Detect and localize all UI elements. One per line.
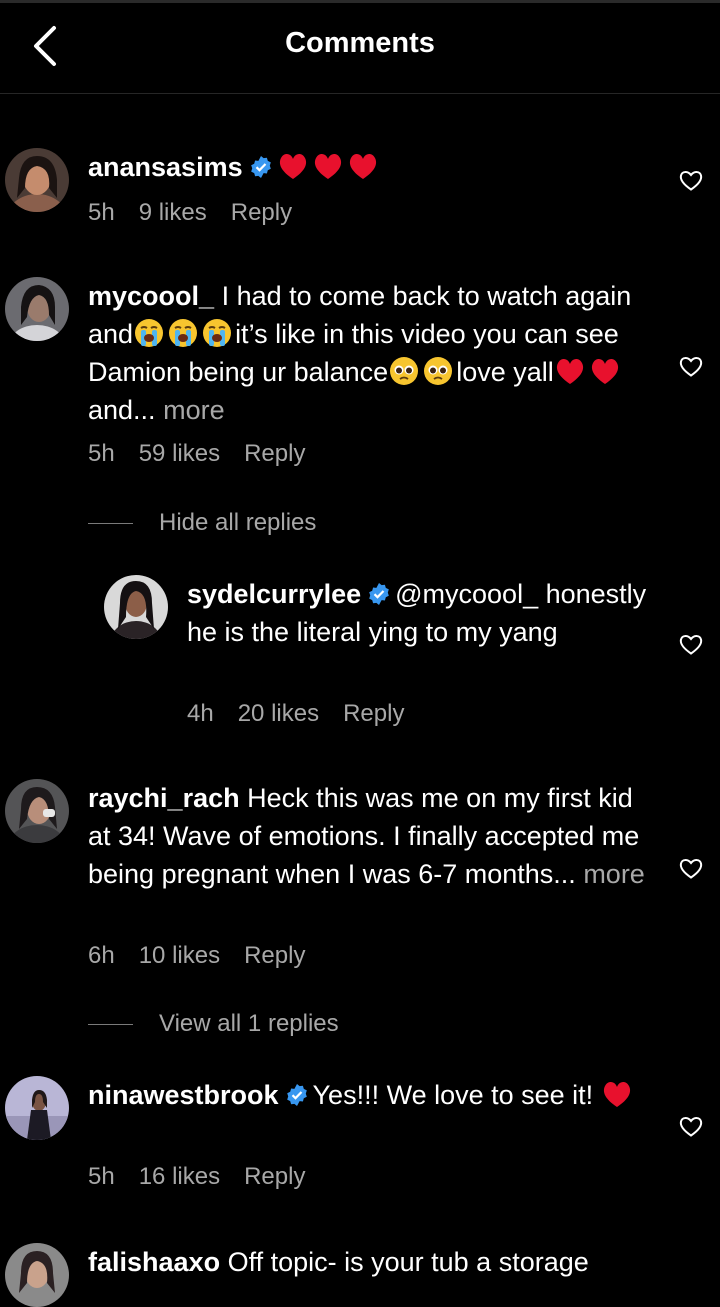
reply-button[interactable]: Reply	[244, 440, 305, 467]
comment-username[interactable]: ninawestbrook	[88, 1080, 279, 1110]
verified-badge-icon	[286, 1084, 307, 1106]
red-heart-emoji	[314, 153, 341, 179]
loudly-crying-face-emoji	[169, 319, 198, 347]
reply-button[interactable]: Reply	[244, 1163, 305, 1190]
comment-text: and...	[88, 395, 156, 425]
avatar[interactable]	[5, 148, 69, 212]
comment-likes[interactable]: 10 likes	[139, 942, 220, 969]
comment-time: 5h	[88, 440, 115, 467]
comments-header: Comments	[0, 0, 720, 94]
comment-body: falishaaxo Off topic- is your tub a stor…	[88, 1243, 648, 1281]
heart-outline-icon[interactable]	[678, 1114, 704, 1138]
comment-username[interactable]: mycoool_	[88, 281, 214, 311]
pleading-face-emoji	[424, 357, 453, 385]
comment-meta: 6h 10 likes Reply	[88, 942, 329, 970]
comment-username[interactable]: anansasims	[88, 152, 243, 182]
more-link[interactable]: more	[583, 859, 645, 889]
comment-time: 6h	[88, 942, 115, 969]
avatar[interactable]	[104, 575, 168, 639]
comment-body: sydelcurrylee @mycoool_ honestly he is th…	[187, 575, 657, 651]
comment-text: Yes!!! We love to see it!	[312, 1080, 594, 1110]
comment-body: raychi_rach Heck this was me on my first…	[88, 779, 648, 893]
heart-outline-icon[interactable]	[678, 354, 704, 378]
red-heart-emoji	[279, 153, 306, 179]
comment-text: love yall	[456, 357, 554, 387]
hide-replies-toggle[interactable]: Hide all replies	[88, 509, 316, 537]
comment-text: Off topic- is your tub a storage	[227, 1247, 589, 1277]
red-heart-emoji	[349, 153, 376, 179]
pleading-face-emoji	[390, 357, 419, 385]
toggle-label: View all 1 replies	[159, 1010, 339, 1037]
comment-time: 5h	[88, 199, 115, 226]
heart-outline-icon[interactable]	[678, 632, 704, 656]
divider-line	[88, 523, 133, 525]
comment-likes[interactable]: 9 likes	[139, 199, 207, 226]
red-heart-emoji	[591, 358, 618, 384]
heart-outline-icon[interactable]	[678, 168, 704, 192]
verified-badge-icon	[250, 156, 271, 178]
comment-likes[interactable]: 20 likes	[238, 700, 319, 727]
page-title: Comments	[285, 27, 435, 59]
comment-username[interactable]: raychi_rach	[88, 783, 240, 813]
loudly-crying-face-emoji	[135, 319, 164, 347]
avatar[interactable]	[5, 1076, 69, 1140]
heart-outline-icon[interactable]	[678, 856, 704, 880]
reply-button[interactable]: Reply	[244, 942, 305, 969]
comment-body: anansasims	[88, 148, 648, 186]
comment-meta: 5h 59 likes Reply	[88, 440, 329, 468]
comment-time: 4h	[187, 700, 214, 727]
comment-likes[interactable]: 16 likes	[139, 1163, 220, 1190]
view-replies-toggle[interactable]: View all 1 replies	[88, 1010, 339, 1038]
comment-body: mycoool_ I had to come back to watch aga…	[88, 277, 648, 429]
loudly-crying-face-emoji	[203, 319, 232, 347]
comment-meta: 5h 16 likes Reply	[88, 1163, 329, 1191]
comment-username[interactable]: sydelcurrylee	[187, 579, 361, 609]
avatar[interactable]	[5, 779, 69, 843]
red-heart-emoji	[556, 358, 583, 384]
comment-meta: 5h 9 likes Reply	[88, 199, 316, 227]
comment-body: ninawestbrook Yes!!! We love to see it!	[88, 1076, 648, 1114]
verified-badge-icon	[369, 583, 389, 605]
comment-meta: 4h 20 likes Reply	[187, 700, 428, 728]
comment-username[interactable]: falishaaxo	[88, 1247, 220, 1277]
more-link[interactable]: more	[163, 395, 225, 425]
reply-button[interactable]: Reply	[343, 700, 404, 727]
divider-line	[88, 1024, 133, 1026]
avatar[interactable]	[5, 277, 69, 341]
avatar[interactable]	[5, 1243, 69, 1307]
comment-time: 5h	[88, 1163, 115, 1190]
reply-button[interactable]: Reply	[231, 199, 292, 226]
red-heart-emoji	[603, 1081, 630, 1107]
comment-likes[interactable]: 59 likes	[139, 440, 220, 467]
toggle-label: Hide all replies	[159, 509, 317, 536]
